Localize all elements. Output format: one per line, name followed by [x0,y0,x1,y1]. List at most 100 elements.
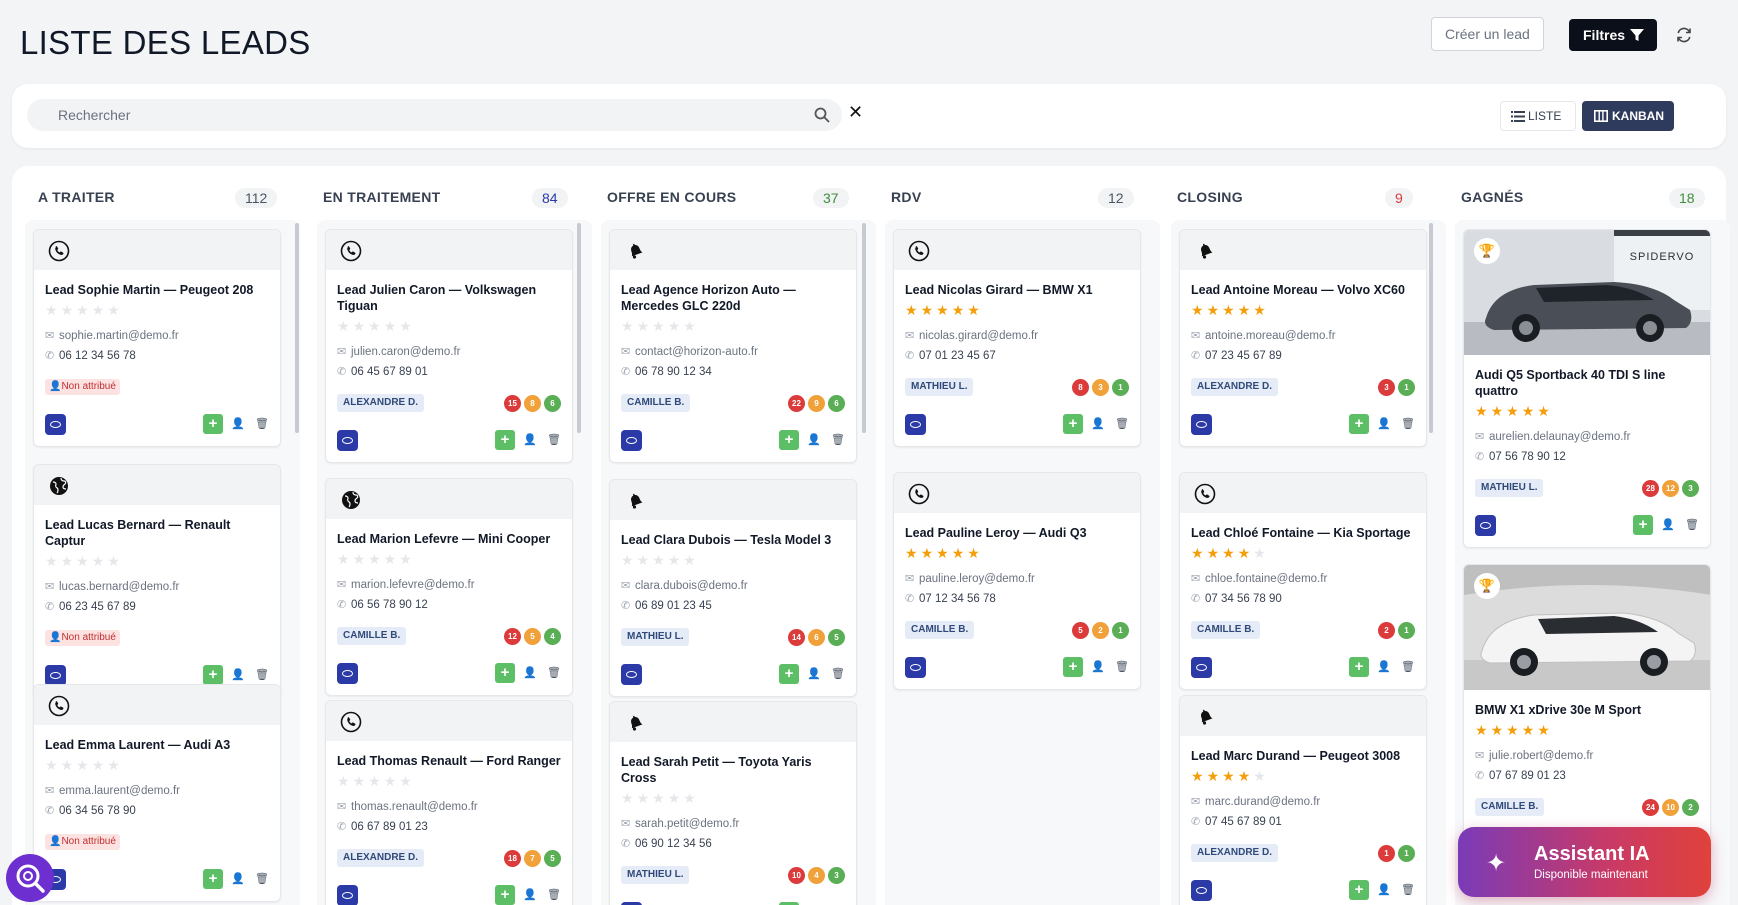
lead-phone[interactable]: 06 56 78 90 12 [351,599,428,611]
star-icon[interactable]: ★ [967,302,983,318]
lead-phone[interactable]: 06 12 34 56 78 [59,350,136,362]
view-eye-button[interactable] [45,665,66,686]
star-icon[interactable]: ★ [1238,302,1254,318]
star-icon[interactable]: ★ [1537,722,1553,738]
star-icon[interactable]: ★ [1491,722,1507,738]
assignee-badge[interactable]: CAMILLE B. [337,627,407,645]
lead-email[interactable]: lucas.bernard@demo.fr [59,581,179,593]
star-icon[interactable]: ★ [399,551,415,567]
star-icon[interactable]: ★ [45,302,61,318]
assignee-badge[interactable]: CAMILLE B. [1191,621,1261,639]
view-eye-button[interactable] [905,414,926,435]
lead-email[interactable]: clara.dubois@demo.fr [635,580,748,592]
star-icon[interactable]: ★ [107,553,123,569]
add-action-button[interactable]: + [203,869,223,889]
star-icon[interactable]: ★ [1207,768,1223,784]
lead-phone[interactable]: 06 67 89 01 23 [351,821,428,833]
assign-user-button[interactable]: 👤 [1088,414,1108,434]
lead-title[interactable]: Audi Q5 Sportback 40 TDI S line quattro [1475,367,1699,399]
assign-user-button[interactable]: 👤 [804,430,824,450]
lead-phone[interactable]: 06 45 67 89 01 [351,366,428,378]
rating-stars[interactable]: ★★★★★ [1191,768,1415,784]
assign-user-button[interactable]: 👤 [520,663,540,683]
star-icon[interactable]: ★ [905,302,921,318]
delete-button[interactable]: 🗑 [252,665,272,685]
star-icon[interactable]: ★ [967,545,983,561]
star-icon[interactable]: ★ [652,318,668,334]
lead-email[interactable]: contact@horizon-auto.fr [635,346,758,358]
lead-email[interactable]: emma.laurent@demo.fr [59,785,180,797]
column-scrollbar[interactable] [295,223,299,433]
lead-card[interactable]: Lead Julien Caron — Volkswagen Tiguan ★★★… [325,229,573,463]
star-icon[interactable]: ★ [368,773,384,789]
lead-phone[interactable]: 07 67 89 01 23 [1489,770,1566,782]
filters-button[interactable]: Filtres [1569,19,1657,51]
star-icon[interactable]: ★ [92,302,108,318]
star-icon[interactable]: ★ [384,551,400,567]
star-icon[interactable]: ★ [936,302,952,318]
star-icon[interactable]: ★ [1522,722,1538,738]
star-icon[interactable]: ★ [921,545,937,561]
rating-stars[interactable]: ★★★★★ [1475,403,1699,419]
delete-button[interactable]: 🗑 [1682,515,1702,535]
lead-card[interactable]: Lead Antoine Moreau — Volvo XC60 ★★★★★ ✉ an… [1179,229,1427,447]
lead-email[interactable]: julien.caron@demo.fr [351,346,460,358]
refresh-icon[interactable] [1674,25,1694,45]
view-eye-button[interactable] [337,885,358,905]
star-icon[interactable]: ★ [61,757,77,773]
star-icon[interactable]: ★ [337,551,353,567]
assignee-badge[interactable]: MATHIEU L. [1475,479,1544,497]
lead-email[interactable]: marc.durand@demo.fr [1205,796,1320,808]
delete-button[interactable]: 🗑 [828,664,848,684]
star-icon[interactable]: ★ [1253,768,1269,784]
star-icon[interactable]: ★ [1491,403,1507,419]
add-action-button[interactable]: + [779,430,799,450]
lead-phone[interactable]: 07 01 23 45 67 [919,350,996,362]
lead-email[interactable]: pauline.leroy@demo.fr [919,573,1035,585]
lead-email[interactable]: nicolas.girard@demo.fr [919,330,1038,342]
star-icon[interactable]: ★ [683,318,699,334]
column-scrollbar[interactable] [1429,223,1433,433]
star-icon[interactable]: ★ [1522,403,1538,419]
star-icon[interactable]: ★ [399,773,415,789]
lead-phone[interactable]: 06 23 45 67 89 [59,601,136,613]
assignee-badge[interactable]: MATHIEU L. [905,378,974,396]
rating-stars[interactable]: ★★★★★ [621,318,845,334]
add-action-button[interactable]: + [203,665,223,685]
lead-email[interactable]: sophie.martin@demo.fr [59,330,179,342]
assignee-badge[interactable]: ALEXANDRE D. [1191,378,1279,396]
lead-phone[interactable]: 07 12 34 56 78 [919,593,996,605]
star-icon[interactable]: ★ [683,552,699,568]
lead-title[interactable]: Lead Sophie Martin — Peugeot 208 [45,282,269,298]
view-eye-button[interactable] [1191,414,1212,435]
star-icon[interactable]: ★ [92,553,108,569]
assign-user-button[interactable]: 👤 [520,885,540,905]
lead-title[interactable]: Lead Antoine Moreau — Volvo XC60 [1191,282,1415,298]
star-icon[interactable]: ★ [905,545,921,561]
lead-title[interactable]: Lead Pauline Leroy — Audi Q3 [905,525,1129,541]
assign-user-button[interactable]: 👤 [1658,515,1678,535]
star-icon[interactable]: ★ [936,545,952,561]
assign-user-button[interactable]: 👤 [1374,414,1394,434]
star-icon[interactable]: ★ [384,773,400,789]
assignee-badge[interactable]: ALEXANDRE D. [337,849,425,867]
add-action-button[interactable]: + [203,414,223,434]
assign-user-button[interactable]: 👤 [228,665,248,685]
delete-button[interactable]: 🗑 [1112,657,1132,677]
view-eye-button[interactable] [337,663,358,684]
add-action-button[interactable]: + [1063,657,1083,677]
star-icon[interactable]: ★ [353,773,369,789]
star-icon[interactable]: ★ [368,318,384,334]
star-icon[interactable]: ★ [353,551,369,567]
star-icon[interactable]: ★ [1506,722,1522,738]
lead-card[interactable]: Lead Thomas Renault — Ford Ranger ★★★★★ ✉ t… [325,700,573,905]
star-icon[interactable]: ★ [1238,768,1254,784]
star-icon[interactable]: ★ [683,790,699,806]
view-eye-button[interactable] [45,414,66,435]
star-icon[interactable]: ★ [368,551,384,567]
assignee-badge[interactable]: MATHIEU L. [621,866,690,884]
star-icon[interactable]: ★ [1506,403,1522,419]
star-icon[interactable]: ★ [1191,302,1207,318]
star-icon[interactable]: ★ [1238,545,1254,561]
star-icon[interactable]: ★ [399,318,415,334]
